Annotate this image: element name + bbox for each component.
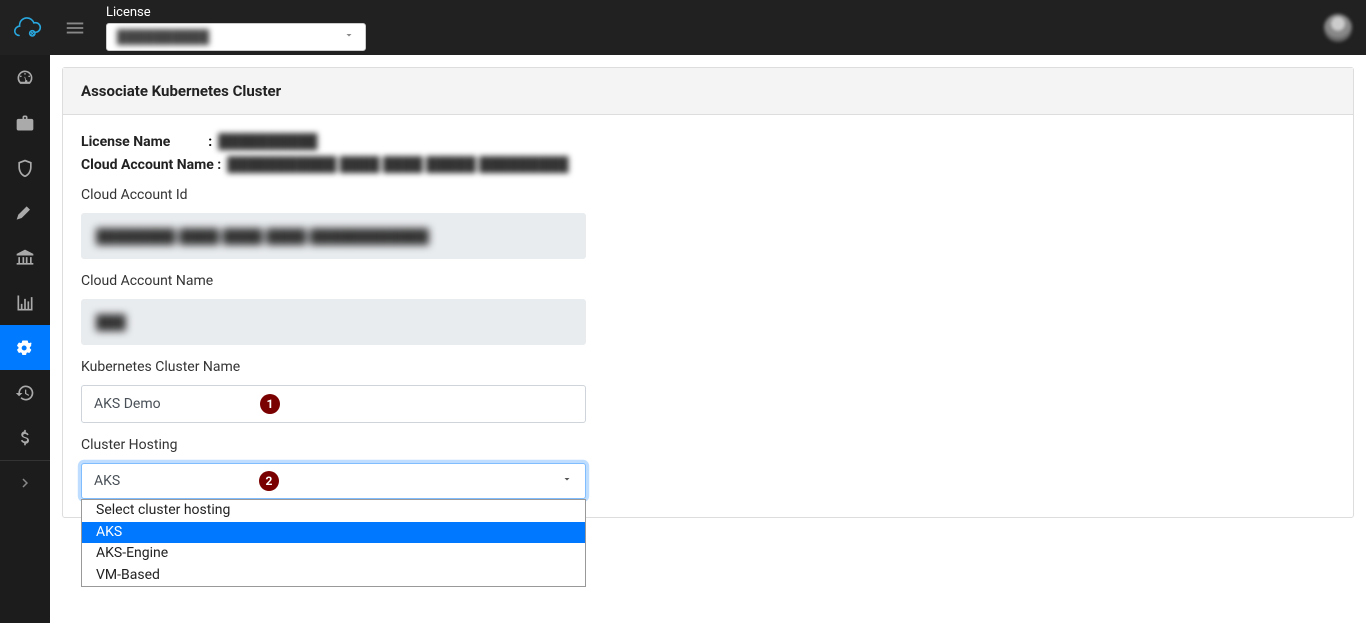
sidebar-item-compliance[interactable] (0, 235, 50, 280)
cloud-account-name-field-label: Cloud Account Name (81, 273, 1335, 289)
license-select[interactable]: ██████████ (106, 23, 366, 51)
app-logo (5, 11, 44, 45)
k8s-cluster-name-input[interactable]: AKS Demo 1 (81, 385, 586, 423)
k8s-cluster-name-label: Kubernetes Cluster Name (81, 359, 1335, 375)
hosting-option-placeholder[interactable]: Select cluster hosting (82, 500, 585, 522)
cloud-account-name-value: ███████████ ████ ████ █████ █████████ (227, 156, 568, 173)
license-select-value: ██████████ (117, 29, 209, 45)
license-name-row: License Name : ██████████ (81, 133, 1335, 150)
license-label: License (106, 5, 366, 20)
sidebar-item-accounts[interactable] (0, 100, 50, 145)
sidebar-item-settings[interactable] (0, 325, 50, 370)
topbar: License ██████████ (0, 0, 1366, 55)
sidebar-item-history[interactable] (0, 370, 50, 415)
license-name-label: License Name (81, 134, 170, 150)
sidebar-expand-icon[interactable] (0, 460, 50, 505)
cluster-hosting-label: Cluster Hosting (81, 437, 1335, 453)
sidebar-item-reports[interactable] (0, 280, 50, 325)
license-name-value: ██████████ (218, 133, 317, 150)
cloud-account-id-label: Cloud Account Id (81, 187, 1335, 203)
sidebar-item-security[interactable] (0, 145, 50, 190)
hosting-option-aks-engine[interactable]: AKS-Engine (82, 543, 585, 565)
cloud-account-name-box: ███ (81, 299, 586, 345)
sidebar-item-billing[interactable] (0, 415, 50, 460)
sidebar-item-tools[interactable] (0, 190, 50, 235)
chevron-down-icon (561, 473, 573, 489)
main-content: Associate Kubernetes Cluster License Nam… (50, 55, 1366, 623)
cluster-hosting-dropdown: Select cluster hosting AKS AKS-Engine VM… (81, 499, 586, 587)
sidebar (0, 55, 50, 623)
annotation-marker-2: 2 (259, 471, 279, 491)
annotation-marker-1: 1 (260, 394, 280, 414)
user-avatar[interactable] (1324, 14, 1352, 42)
cloud-account-id-box: ████████-████-████-████-████████████ (81, 213, 586, 259)
sidebar-item-dashboard[interactable] (0, 55, 50, 100)
page-title: Associate Kubernetes Cluster (81, 82, 1335, 100)
associate-cluster-card: Associate Kubernetes Cluster License Nam… (62, 67, 1354, 518)
hosting-option-aks[interactable]: AKS (82, 522, 585, 544)
chevron-down-icon (343, 29, 355, 45)
license-selector-block: License ██████████ (106, 5, 366, 51)
hosting-option-vm-based[interactable]: VM-Based (82, 565, 585, 587)
cloud-account-name-label: Cloud Account Name : (81, 157, 221, 173)
cluster-hosting-select[interactable]: AKS 2 (81, 463, 586, 499)
card-header: Associate Kubernetes Cluster (63, 68, 1353, 115)
menu-toggle-icon[interactable] (56, 17, 94, 39)
cloud-account-name-row: Cloud Account Name : ███████████ ████ ██… (81, 156, 1335, 173)
